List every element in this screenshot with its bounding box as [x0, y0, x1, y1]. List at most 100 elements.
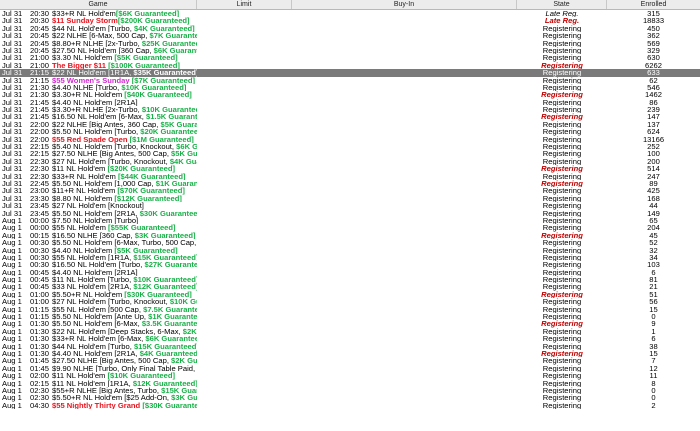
table-row[interactable]: Jul 31 21:15 $22 NL Hold'em [1R1A, $35K Gu… — [0, 69, 700, 77]
row-game: $4.40 NLHE [Turbo, $10K Guaranteed] — [52, 84, 197, 91]
table-row[interactable]: Jul 31 22:00 $5.50 NL Hold'em [Turbo, $20K… — [0, 128, 700, 135]
table-row[interactable]: Jul 31 22:00 $55 Red Spade Open [$1M Guara… — [0, 136, 700, 143]
column-header-state[interactable]: State — [517, 0, 607, 9]
row-buyin — [292, 232, 517, 239]
table-row[interactable]: Jul 31 20:45 $27.50 NL Hold'em [360 Cap, $… — [0, 47, 700, 54]
row-enrolled: 0 — [651, 386, 656, 395]
table-row[interactable]: Aug 1 01:30 $44 NL Hold'em [Turbo, $15K Gu… — [0, 343, 700, 350]
table-row[interactable]: Aug 1 01:30 $33+R NL Hold'em [6-Max, $6K G… — [0, 335, 700, 342]
guarantee-text: [$30K Guaranteed] — [124, 290, 192, 299]
row-game: $4.40 NL Hold'em [2R1A] — [52, 269, 197, 276]
table-row[interactable]: Aug 1 02:00 $11 NL Hold'em [$10K Guarantee… — [0, 372, 700, 379]
game-name: $16.50 NLHE [360 Cap, — [52, 231, 135, 240]
game-name: $4.40 NL Hold'em [2R1A, — [52, 349, 140, 358]
table-row[interactable]: Jul 31 21:00 $3.30 NL Hold'em [$5K Guarant… — [0, 54, 700, 61]
row-enrolled: 56 — [649, 298, 658, 306]
table-row[interactable]: Jul 31 20:30 $11 Sunday Storm[$200K Guaran… — [0, 17, 700, 24]
table-row[interactable]: Jul 31 23:30 $8.80 NL Hold'em [$12K Guaran… — [0, 195, 700, 202]
table-row[interactable]: Jul 31 21:45 $4.40 NL Hold'em [2R1A] Regist… — [0, 99, 700, 106]
table-row[interactable]: Aug 1 00:00 $7.50 NL Hold'em [Turbo] Regist… — [0, 217, 700, 224]
row-enrolled: 89 — [649, 179, 658, 188]
table-row[interactable]: Jul 31 22:30 $11 NL Hold'em [$20K Guarante… — [0, 165, 700, 172]
table-row[interactable]: Aug 1 02:30 $55+R NLHE [Big Antes, Turbo, … — [0, 387, 700, 394]
row-state: Registering — [542, 106, 582, 114]
table-row[interactable]: Jul 31 22:30 $27 NL Hold'em [Turbo, Knocko… — [0, 158, 700, 165]
table-row[interactable]: Aug 1 00:30 $16.50 NL Hold'em [Turbo, $27K… — [0, 261, 700, 268]
table-row[interactable]: Aug 1 01:00 $27 NL Hold'em [Turbo, Knockou… — [0, 298, 700, 305]
row-limit — [197, 84, 292, 91]
table-row[interactable]: Aug 1 00:45 $11 NL Hold'em [Turbo, $10K Gu… — [0, 276, 700, 283]
game-name: $11 Sunday Storm — [52, 17, 118, 25]
table-row[interactable]: Jul 31 22:45 $5.50 NL Hold'em [1,000 Cap, … — [0, 180, 700, 187]
row-limit — [197, 387, 292, 394]
column-header-limit[interactable]: Limit — [197, 0, 292, 9]
table-row[interactable]: Aug 1 00:45 $33 NL Hold'em [2R1A, $12K Gua… — [0, 283, 700, 290]
row-game: $3.30+R NL Hold'em [$40K Guaranteed] — [52, 91, 197, 98]
table-row[interactable]: Jul 31 23:45 $27 NL Hold'em [Knockout] Regi… — [0, 202, 700, 209]
table-row[interactable]: Aug 1 00:00 $55 NL Hold'em [$55K Guarantee… — [0, 224, 700, 231]
table-row[interactable]: Jul 31 21:30 $4.40 NLHE [Turbo, $10K Guara… — [0, 84, 700, 91]
table-row[interactable]: Jul 31 22:15 $27.50 NLHE [Big Antes, 500 C… — [0, 150, 700, 157]
row-date: Jul 31 — [2, 69, 23, 77]
table-row[interactable]: Aug 1 01:15 $55 NL Hold'em [500 Cap, $7.5K… — [0, 306, 700, 313]
table-row[interactable]: Aug 1 01:15 $5.50 NL Hold'em [Ante Up, $1K… — [0, 313, 700, 320]
table-row[interactable]: Jul 31 23:45 $5.50 NL Hold'em [2R1A, $30K … — [0, 210, 700, 217]
table-row[interactable]: Aug 1 02:15 $11 NL Hold'em [1R1A, $12K Gua… — [0, 380, 700, 387]
table-row[interactable]: Aug 1 00:45 $4.40 NL Hold'em [2R1A] Registe… — [0, 269, 700, 276]
row-date: Aug 1 — [2, 342, 22, 350]
row-limit — [197, 313, 292, 320]
row-enrolled: 9 — [651, 320, 656, 328]
table-row[interactable]: Jul 31 21:45 $16.50 NL Hold'em [6-Max, $1.… — [0, 113, 700, 120]
column-header-buyin[interactable]: Buy-In — [292, 0, 517, 9]
table-row[interactable]: Aug 1 01:45 $27.50 NLHE [Big Antes, 500 Ca… — [0, 357, 700, 364]
table-row[interactable]: Jul 31 20:45 $44 NL Hold'em [Turbo, $4K Gu… — [0, 25, 700, 32]
table-row[interactable]: Aug 1 04:30 $55 Nightly Thirty Grand [$30K… — [0, 402, 700, 409]
table-row[interactable]: Jul 31 20:45 $8.80+R NLHE [2x-Turbo, $25K … — [0, 40, 700, 47]
table-row[interactable]: Aug 1 02:30 $5.50+R NL Hold'em [$25 Add-On… — [0, 394, 700, 401]
row-buyin — [292, 343, 517, 350]
row-time: 23:30 — [30, 194, 50, 203]
row-limit — [197, 372, 292, 379]
table-row[interactable]: Jul 31 21:45 $3.30+R NLHE [2x-Turbo, $10K … — [0, 106, 700, 113]
row-buyin — [292, 269, 517, 276]
row-time: 22:00 — [30, 135, 50, 144]
table-row[interactable]: Aug 1 01:30 $5.50 NL Hold'em [6-Max, $3.5K… — [0, 320, 700, 327]
row-time: 22:15 — [30, 143, 50, 151]
table-row[interactable]: Aug 1 01:45 $9.90 NLHE [Turbo, Only Final … — [0, 365, 700, 372]
table-row[interactable]: Aug 1 00:30 $5.50 NL Hold'em [6-Max, Turbo… — [0, 239, 700, 246]
table-row[interactable]: Aug 1 00:30 $55 NL Hold'em [1R1A, $15K Gua… — [0, 254, 700, 261]
table-row[interactable]: Jul 31 22:30 $33+R NL Hold'em [$44K Guaran… — [0, 173, 700, 180]
row-enrolled: 15 — [649, 349, 658, 358]
row-state: Registering — [542, 143, 582, 151]
table-row[interactable]: Jul 31 22:00 $22 NLHE [Big Antes, 360 Cap,… — [0, 121, 700, 128]
table-row[interactable]: Jul 31 21:30 $3.30+R NL Hold'em [$40K Guar… — [0, 91, 700, 98]
row-enrolled: 52 — [649, 239, 658, 247]
row-buyin — [292, 99, 517, 106]
table-row[interactable]: Jul 31 21:00 The Bigger $11 [$100K Guarant… — [0, 62, 700, 69]
row-game: $55 Nightly Thirty Grand [$30K Guarantee… — [52, 402, 197, 409]
column-header-enrolled[interactable]: Enrolled — [607, 0, 700, 9]
row-enrolled: 624 — [647, 128, 660, 136]
column-header-game[interactable]: Game — [0, 0, 197, 9]
table-row[interactable]: Jul 31 21:15 $55 Women's Sunday [$7K Guara… — [0, 77, 700, 84]
table-row[interactable]: Jul 31 23:00 $11+R NL Hold'em [$70K Guaran… — [0, 187, 700, 194]
row-state: Registering — [542, 194, 582, 203]
guarantee-text: [$30K Guaranteed] — [142, 401, 197, 410]
row-game: $5.50+R NL Hold'em [$30K Guaranteed] — [52, 291, 197, 298]
table-row[interactable]: Jul 31 20:45 $22 NLHE [6-Max, 500 Cap, $7K… — [0, 32, 700, 39]
table-row[interactable]: Aug 1 00:15 $16.50 NLHE [360 Cap, $3K Guar… — [0, 232, 700, 239]
row-buyin — [292, 187, 517, 194]
row-buyin — [292, 62, 517, 69]
table-row[interactable]: Jul 31 22:15 $5.40 NL Hold'em [Turbo, Knoc… — [0, 143, 700, 150]
row-time: 23:45 — [30, 209, 50, 217]
guarantee-text: [$55K Guaranteed] — [108, 224, 176, 232]
row-game: $5.50 NL Hold'em [6-Max, Turbo, 500 Cap,… — [52, 239, 197, 246]
table-row[interactable]: Aug 1 01:30 $4.40 NL Hold'em [2R1A, $4K Gu… — [0, 350, 700, 357]
row-buyin — [292, 357, 517, 364]
row-limit — [197, 394, 292, 401]
row-date: Aug 1 — [2, 268, 22, 277]
table-row[interactable]: Jul 31 20:30 $33+R NL Hold'em[$6K Guarante… — [0, 10, 700, 17]
table-row[interactable]: Aug 1 01:00 $5.50+R NL Hold'em [$30K Guara… — [0, 291, 700, 298]
table-row[interactable]: Aug 1 00:30 $4.40 NL Hold'em [$5K Guarante… — [0, 247, 700, 254]
table-row[interactable]: Aug 1 01:30 $22 NL Hold'em [Deep Stacks, 6… — [0, 328, 700, 335]
